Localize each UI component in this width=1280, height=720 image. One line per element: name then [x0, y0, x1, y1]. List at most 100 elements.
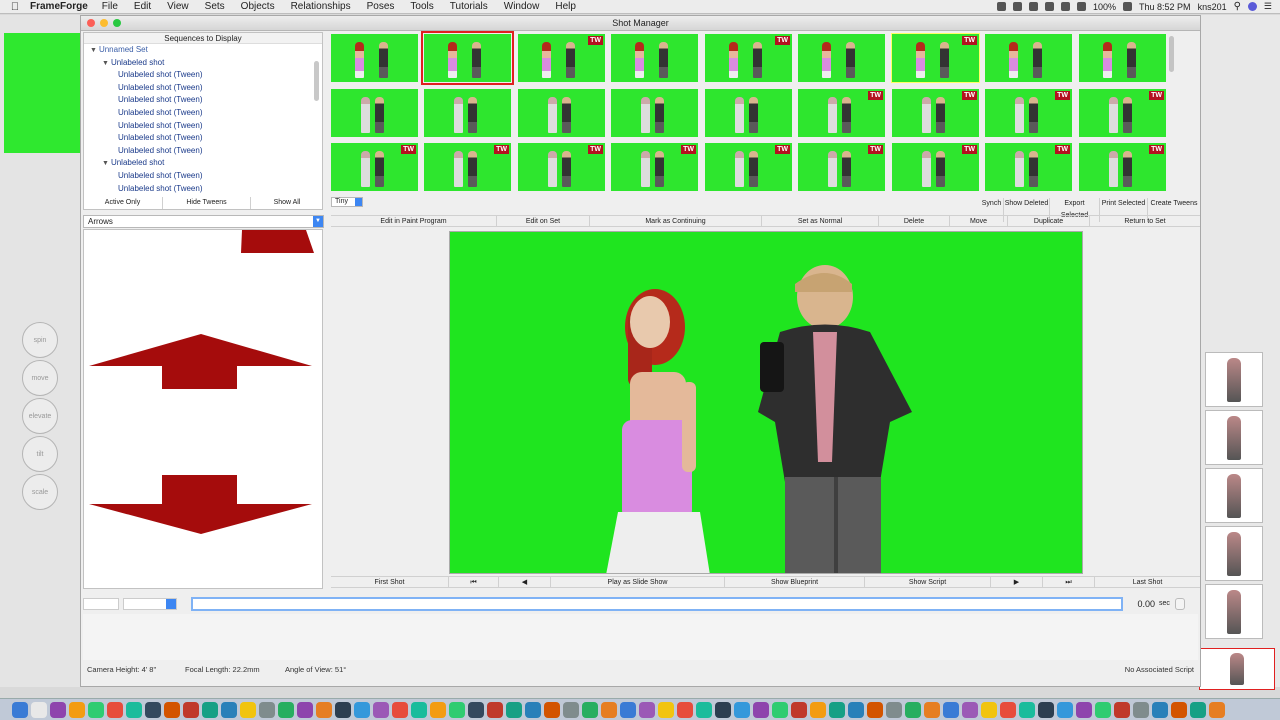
sequence-tween-row[interactable]: Unlabeled shot (Tween) [84, 82, 322, 95]
dock-app-icon[interactable] [848, 702, 864, 718]
thumbnail-size-select[interactable]: Tiny [331, 197, 363, 207]
dock-app-icon[interactable] [791, 702, 807, 718]
first-frame-icon[interactable]: ⏮ [449, 577, 499, 587]
shot-thumbnail[interactable]: TW [892, 89, 979, 137]
shot-thumbnail[interactable] [421, 31, 514, 85]
dock-app-icon[interactable] [1019, 702, 1035, 718]
arrows-select[interactable]: Arrows ▼ [83, 215, 324, 228]
minimize-window-button[interactable] [100, 19, 108, 27]
shot-thumbnail[interactable]: TW [331, 143, 418, 191]
shot-thumbnail[interactable]: TW [1079, 89, 1166, 137]
dock-app-icon[interactable] [525, 702, 541, 718]
dock-app-icon[interactable] [753, 702, 769, 718]
arrow-shape[interactable] [89, 475, 312, 534]
shot-thumbnail[interactable]: TW [798, 143, 885, 191]
disclosure-triangle-icon[interactable]: ▼ [102, 160, 109, 167]
first-shot-button[interactable]: First Shot [331, 577, 449, 587]
close-window-button[interactable] [87, 19, 95, 27]
sequence-tween-row[interactable]: Unlabeled shot (Tween) [84, 120, 322, 133]
dock-app-icon[interactable] [126, 702, 142, 718]
dock-app-icon[interactable] [1057, 702, 1073, 718]
sequence-tween-row[interactable]: Unlabeled shot (Tween) [84, 132, 322, 145]
dock-app-icon[interactable] [240, 702, 256, 718]
notification-center-icon[interactable]: ☰ [1264, 1, 1272, 12]
actor-library-item[interactable] [1205, 526, 1263, 581]
dock-app-icon[interactable] [1038, 702, 1054, 718]
menu-tutorials[interactable]: Tutorials [450, 1, 488, 12]
dock-app-icon[interactable] [867, 702, 883, 718]
dock-app-icon[interactable] [905, 702, 921, 718]
dock-app-icon[interactable] [677, 702, 693, 718]
dock-app-icon[interactable] [943, 702, 959, 718]
dock-app-icon[interactable] [601, 702, 617, 718]
sequence-shot-row[interactable]: ▼ Unlabeled shot [84, 157, 322, 170]
active-only-button[interactable]: Active Only [83, 197, 163, 209]
dock-app-icon[interactable] [316, 702, 332, 718]
dock-app-icon[interactable] [487, 702, 503, 718]
shot-thumbnail[interactable]: TW [518, 143, 605, 191]
shot-thumbnail[interactable] [705, 89, 792, 137]
dock-app-icon[interactable] [259, 702, 275, 718]
dock-app-icon[interactable] [981, 702, 997, 718]
show-script-button[interactable]: Show Script [865, 577, 991, 587]
wifi-icon[interactable] [1061, 2, 1070, 11]
dock-app-icon[interactable] [658, 702, 674, 718]
script-select[interactable] [123, 598, 177, 610]
dock-app-icon[interactable] [50, 702, 66, 718]
shot-thumbnail[interactable]: TW [891, 33, 980, 83]
status-icon[interactable] [1013, 2, 1022, 11]
menu-tools[interactable]: Tools [410, 1, 433, 12]
dock-app-icon[interactable] [772, 702, 788, 718]
arrow-shape[interactable] [241, 230, 314, 253]
dock-app-icon[interactable] [544, 702, 560, 718]
volume-icon[interactable] [1077, 2, 1086, 11]
spin-dial[interactable]: spin [22, 322, 58, 358]
delete-button[interactable]: Delete [879, 216, 950, 226]
dock-app-icon[interactable] [392, 702, 408, 718]
duration-stepper[interactable] [1175, 598, 1185, 610]
shot-thumbnail[interactable]: TW [705, 143, 792, 191]
dock-app-icon[interactable] [1171, 702, 1187, 718]
menubar-clock[interactable]: Thu 8:52 PM [1139, 2, 1191, 12]
dock-app-icon[interactable] [145, 702, 161, 718]
dock-app-icon[interactable] [221, 702, 237, 718]
show-blueprint-button[interactable]: Show Blueprint [725, 577, 865, 587]
shot-thumbnail[interactable] [611, 89, 698, 137]
dock-app-icon[interactable] [354, 702, 370, 718]
menu-edit[interactable]: Edit [134, 1, 151, 12]
dock-app-icon[interactable] [12, 702, 28, 718]
shot-thumbnail[interactable] [611, 34, 698, 82]
sequence-tween-row[interactable]: Unlabeled shot (Tween) [84, 145, 322, 158]
move-button[interactable]: Move [950, 216, 1008, 226]
tilt-dial[interactable]: tilt [22, 436, 58, 472]
shot-thumbnail[interactable]: TW [705, 34, 792, 82]
shot-thumbnail[interactable] [985, 34, 1072, 82]
status-icon[interactable] [1029, 2, 1038, 11]
apple-icon[interactable]:  [0, 1, 30, 13]
actor-library-item[interactable] [1205, 468, 1263, 523]
dock-app-icon[interactable] [715, 702, 731, 718]
menu-relationships[interactable]: Relationships [291, 1, 351, 12]
shot-thumbnail[interactable]: TW [892, 143, 979, 191]
disclosure-triangle-icon[interactable]: ▼ [90, 47, 97, 54]
spotlight-icon[interactable]: ⚲ [1234, 1, 1241, 12]
menu-poses[interactable]: Poses [367, 1, 395, 12]
dock-app-icon[interactable] [88, 702, 104, 718]
menu-help[interactable]: Help [555, 1, 576, 12]
dock-app-icon[interactable] [335, 702, 351, 718]
next-shot-icon[interactable]: ▶ [991, 577, 1043, 587]
move-dial[interactable]: move [22, 360, 58, 396]
dock-app-icon[interactable] [1076, 702, 1092, 718]
battery-icon[interactable] [1123, 2, 1133, 11]
menubar-user[interactable]: kns201 [1198, 2, 1227, 12]
last-frame-icon[interactable]: ⏭ [1043, 577, 1095, 587]
dock-app-icon[interactable] [924, 702, 940, 718]
hide-tweens-button[interactable]: Hide Tweens [163, 197, 251, 209]
dock-app-icon[interactable] [1095, 702, 1111, 718]
previous-shot-icon[interactable]: ◀ [499, 577, 551, 587]
set-as-normal-button[interactable]: Set as Normal [762, 216, 879, 226]
dock-app-icon[interactable] [1152, 702, 1168, 718]
status-icon[interactable] [997, 2, 1006, 11]
dock-app-icon[interactable] [411, 702, 427, 718]
zoom-window-button[interactable] [113, 19, 121, 27]
